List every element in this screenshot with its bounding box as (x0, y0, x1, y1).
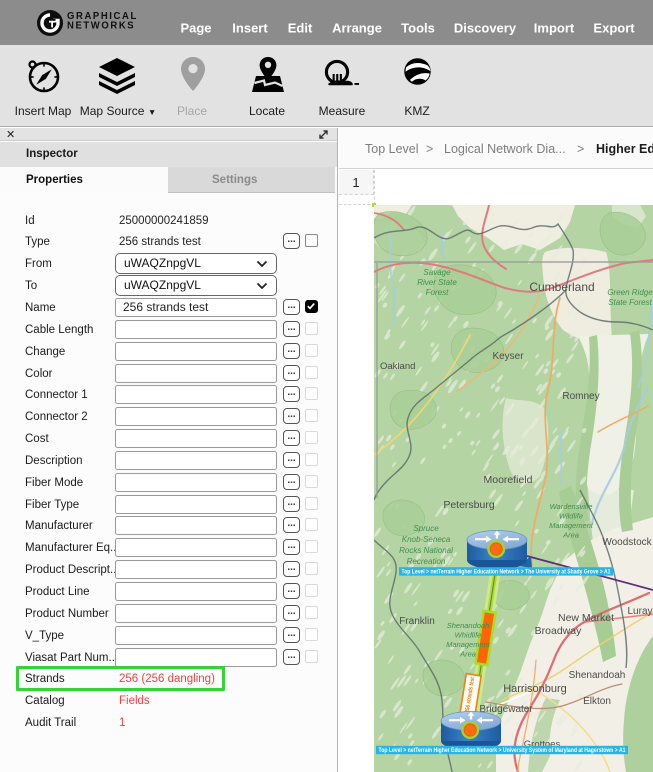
svg-text:Knob-Seneca: Knob-Seneca (402, 535, 451, 544)
svg-text:Wardensville: Wardensville (550, 502, 593, 511)
svg-text:Top Level > netTerrain Higher: Top Level > netTerrain Higher Education … (402, 569, 612, 576)
svg-text:State Forest: State Forest (608, 298, 652, 307)
svg-text:Area: Area (562, 531, 579, 540)
svg-text:Broadway: Broadway (535, 625, 582, 637)
svg-text:Wildlife: Wildlife (559, 512, 583, 521)
svg-text:Moorefield: Moorefield (483, 474, 532, 486)
svg-text:Management: Management (549, 521, 594, 530)
svg-text:Oakland: Oakland (380, 361, 415, 372)
svg-text:Shenandoah: Shenandoah (569, 670, 626, 681)
svg-text:Savage: Savage (423, 268, 451, 277)
svg-text:Luray: Luray (627, 606, 652, 617)
svg-text:Cumberland: Cumberland (529, 280, 594, 294)
svg-text:Recreation: Recreation (407, 557, 446, 566)
svg-text:Spruce: Spruce (413, 524, 439, 533)
svg-text:Romney: Romney (562, 391, 599, 402)
svg-text:Green Ridge: Green Ridge (607, 288, 653, 297)
svg-text:Area: Area (459, 650, 476, 659)
svg-text:Rocks National: Rocks National (399, 546, 453, 555)
svg-text:Shenandoah: Shenandoah (447, 621, 490, 630)
svg-text:Whidlife: Whidlife (455, 631, 482, 640)
svg-text:Keyser: Keyser (492, 351, 524, 362)
svg-text:River State: River State (417, 278, 457, 287)
svg-text:New Market: New Market (558, 612, 614, 624)
svg-text:Petersburg: Petersburg (443, 499, 495, 511)
svg-text:Forest: Forest (426, 288, 449, 297)
svg-text:Woodstock: Woodstock (602, 537, 652, 548)
svg-text:Harrisonburg: Harrisonburg (503, 683, 567, 695)
svg-text:Management: Management (446, 640, 491, 649)
svg-text:Franklin: Franklin (399, 616, 435, 627)
svg-text:Top Level > netTerrain Higher: Top Level > netTerrain Higher Education … (379, 747, 626, 754)
svg-text:Elkton: Elkton (583, 696, 611, 707)
